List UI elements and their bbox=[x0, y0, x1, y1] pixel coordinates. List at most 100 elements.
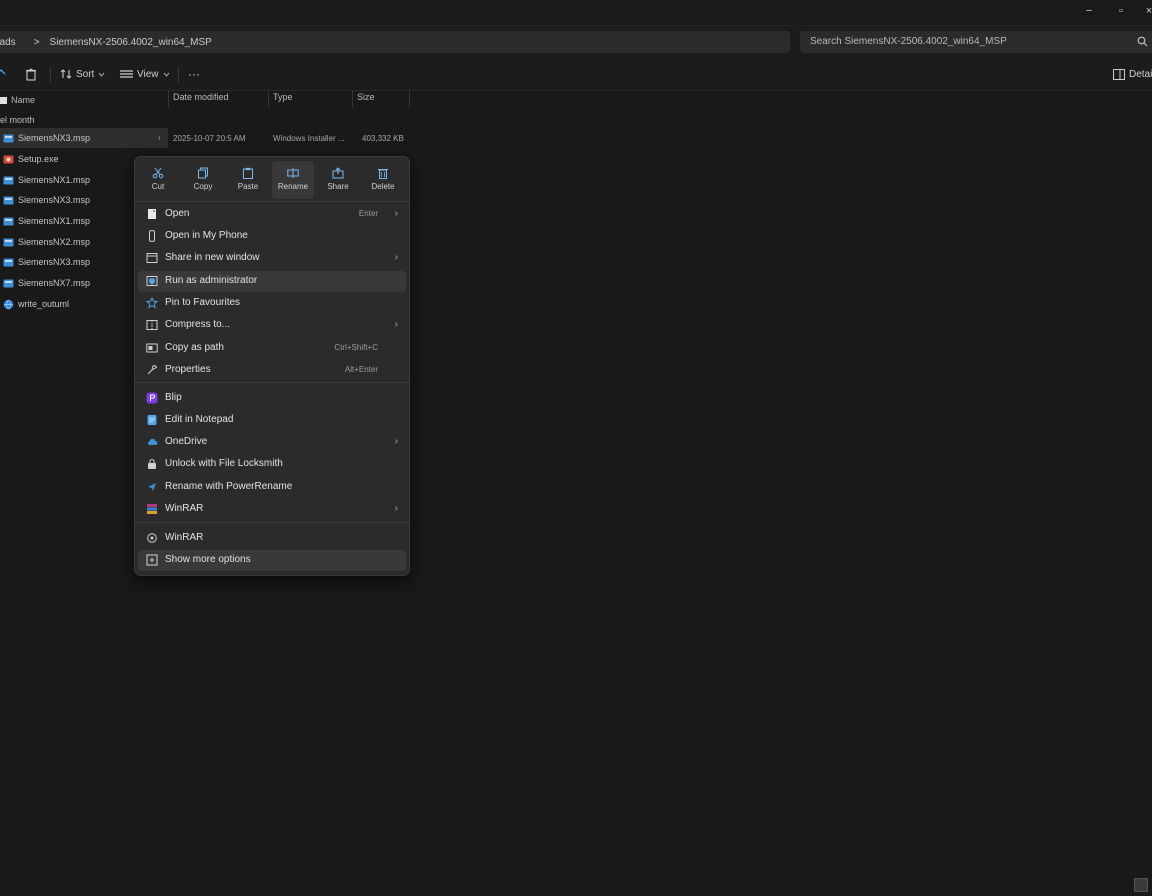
chevron-right-icon: › bbox=[394, 503, 398, 514]
menu-item-label: Open bbox=[165, 208, 190, 219]
menu-item-copy-as-path[interactable]: Copy as path Ctrl+Shift+C bbox=[138, 338, 406, 359]
checkbox-icon[interactable] bbox=[0, 96, 7, 104]
menu-item-edit-in-notepad[interactable]: Edit in Notepad bbox=[138, 410, 406, 431]
wrench-icon bbox=[146, 364, 158, 376]
menu-item-open[interactable]: Open Enter › bbox=[138, 204, 406, 225]
column-header-type[interactable]: Type bbox=[273, 92, 293, 108]
column-name-label: Name bbox=[11, 95, 36, 105]
delete-button[interactable]: Delete bbox=[362, 161, 404, 199]
menu-divider bbox=[135, 522, 409, 523]
resize-grip[interactable] bbox=[1134, 878, 1148, 892]
paste-icon bbox=[242, 167, 254, 179]
menu-item-label: Show more options bbox=[165, 554, 251, 565]
file-name: write_outuml bbox=[18, 299, 70, 309]
menu-item-label: Edit in Notepad bbox=[165, 414, 234, 425]
file-name: SiemensNX1.msp bbox=[18, 175, 91, 185]
menu-item-label: Run as administrator bbox=[165, 275, 258, 286]
close-button[interactable]: × bbox=[1142, 4, 1152, 18]
file-row[interactable]: SiemensNX3.msp bbox=[0, 128, 168, 148]
chevron-right-icon: › bbox=[394, 436, 398, 447]
file-name: SiemensNX1.msp bbox=[18, 216, 91, 226]
group-header[interactable]: el month bbox=[0, 115, 35, 125]
menu-item-blip[interactable]: Blip bbox=[138, 388, 406, 409]
search-icon bbox=[1137, 36, 1148, 47]
file-name: SiemensNX3.msp bbox=[18, 257, 91, 267]
minimize-button[interactable]: − bbox=[1082, 4, 1096, 18]
more-options-button[interactable]: ··· bbox=[188, 66, 200, 82]
menu-item-label: WinRAR bbox=[165, 532, 204, 543]
window-icon bbox=[146, 252, 158, 264]
menu-item-label: WinRAR bbox=[165, 503, 204, 514]
chevron-down-icon bbox=[98, 72, 105, 77]
paste-button[interactable]: Paste bbox=[227, 161, 269, 199]
menu-item-onedrive[interactable]: OneDrive › bbox=[138, 432, 406, 453]
command-bar: Sort View ··· Details bbox=[0, 59, 1152, 91]
installer-icon bbox=[3, 175, 14, 186]
chevron-right-icon: › bbox=[394, 319, 398, 330]
setup-icon bbox=[3, 154, 14, 165]
cut-button[interactable]: Cut bbox=[137, 161, 179, 199]
breadcrumb-root[interactable]: oads bbox=[0, 37, 16, 48]
sort-button[interactable]: Sort bbox=[60, 66, 105, 82]
menu-item-open-in-my-phone[interactable]: Open in My Phone bbox=[138, 226, 406, 247]
file-name: SiemensNX7.msp bbox=[18, 278, 91, 288]
chevron-right-icon: > bbox=[33, 36, 40, 48]
search-placeholder: Search SiemensNX-2506.4002_win64_MSP bbox=[810, 36, 1007, 47]
copy-icon bbox=[197, 167, 209, 179]
menu-item-winrar[interactable]: WinRAR bbox=[138, 528, 406, 549]
maximize-button[interactable]: ▫ bbox=[1114, 4, 1128, 18]
rename-button[interactable]: Rename bbox=[272, 161, 314, 199]
column-header-name[interactable]: Name bbox=[0, 92, 35, 108]
power-rename-icon bbox=[146, 481, 158, 493]
star-icon bbox=[146, 297, 158, 309]
trash-icon bbox=[377, 167, 389, 179]
path-icon bbox=[146, 342, 158, 354]
menu-item-label: Unlock with File Locksmith bbox=[165, 458, 283, 469]
details-pane-button[interactable]: Details bbox=[1113, 66, 1152, 82]
menu-item-show-more-options[interactable]: Show more options bbox=[138, 550, 406, 571]
sort-icon bbox=[60, 69, 72, 79]
chevron-down-icon bbox=[163, 72, 169, 77]
menu-item-label: OneDrive bbox=[165, 436, 208, 447]
quick-action-label: Paste bbox=[237, 182, 259, 191]
column-header-date[interactable]: Date modified bbox=[173, 92, 229, 108]
menu-item-winrar[interactable]: WinRAR › bbox=[138, 499, 406, 520]
view-label: View bbox=[137, 68, 159, 80]
notepad-icon bbox=[146, 414, 158, 426]
menu-divider bbox=[135, 382, 409, 383]
menu-item-unlock-with-file-locksmith[interactable]: Unlock with File Locksmith bbox=[138, 454, 406, 475]
installer-icon bbox=[3, 133, 14, 144]
breadcrumb-current[interactable]: SiemensNX-2506.4002_win64_MSP bbox=[50, 37, 212, 48]
details-icon bbox=[1113, 68, 1125, 80]
menu-item-label: Properties bbox=[165, 364, 211, 375]
menu-item-compress-to[interactable]: Compress to... › bbox=[138, 315, 406, 336]
menu-item-label: Blip bbox=[165, 392, 182, 403]
search-input[interactable]: Search SiemensNX-2506.4002_win64_MSP bbox=[800, 31, 1152, 53]
menu-item-properties[interactable]: Properties Alt+Enter bbox=[138, 360, 406, 381]
installer-icon bbox=[3, 237, 14, 248]
share-icon[interactable] bbox=[0, 66, 6, 82]
menu-item-pin-to-favourites[interactable]: Pin to Favourites bbox=[138, 293, 406, 314]
column-header-size[interactable]: Size bbox=[357, 92, 375, 108]
shortcut-hint: Ctrl+Shift+C bbox=[334, 343, 378, 352]
quick-action-label: Cut bbox=[151, 182, 165, 191]
file-name: SiemensNX3.msp bbox=[18, 133, 91, 143]
view-icon bbox=[120, 70, 133, 78]
rename-icon bbox=[287, 167, 299, 179]
menu-item-label: Pin to Favourites bbox=[165, 297, 241, 308]
address-bar[interactable]: oads > SiemensNX-2506.4002_win64_MSP bbox=[0, 31, 790, 53]
view-button[interactable]: View bbox=[120, 66, 170, 82]
quick-action-label: Share bbox=[327, 182, 349, 191]
menu-item-rename-with-powerrename[interactable]: Rename with PowerRename bbox=[138, 477, 406, 498]
scissors-icon bbox=[152, 167, 164, 179]
menu-item-share-in-new-window[interactable]: Share in new window › bbox=[138, 248, 406, 269]
share-button[interactable]: Share bbox=[317, 161, 359, 199]
lock-icon bbox=[146, 458, 158, 470]
row-type: Windows Installer ... bbox=[273, 134, 345, 143]
quick-action-label: Rename bbox=[277, 182, 309, 191]
copy-button[interactable]: Copy bbox=[182, 161, 224, 199]
quick-action-label: Delete bbox=[371, 182, 395, 191]
menu-item-run-as-administrator[interactable]: Run as administrator bbox=[138, 271, 406, 292]
sort-label: Sort bbox=[76, 68, 95, 80]
delete-button[interactable] bbox=[25, 66, 37, 82]
